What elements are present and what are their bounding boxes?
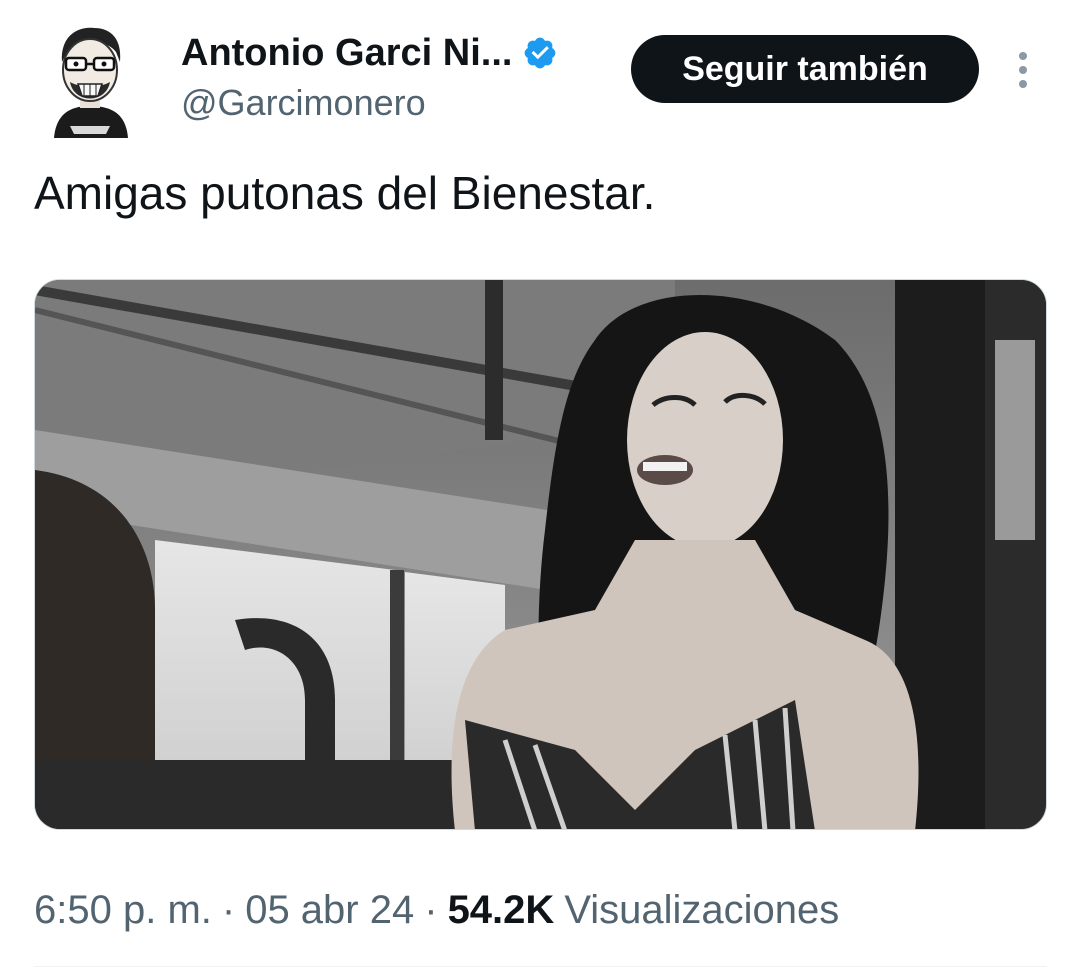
more-dot	[1019, 52, 1027, 60]
tweet-time[interactable]: 6:50 p. m.	[34, 888, 212, 933]
follow-button[interactable]: Seguir también	[631, 35, 979, 103]
bus-photo	[35, 280, 1046, 829]
more-vertical-icon[interactable]	[1008, 48, 1038, 92]
tweet-date[interactable]: 05 abr 24	[245, 888, 414, 933]
verified-badge-icon[interactable]	[522, 35, 558, 71]
more-dot	[1019, 66, 1027, 74]
views-count[interactable]: 54.2K	[448, 888, 555, 933]
views-label[interactable]: Visualizaciones	[564, 888, 839, 933]
meta-separator: ·	[424, 888, 438, 932]
avatar-cartoon-image	[54, 27, 128, 138]
author-handle[interactable]: @Garcimonero	[181, 82, 426, 124]
divider	[34, 966, 1047, 967]
author-display-name[interactable]: Antonio Garci Ni...	[181, 32, 512, 75]
tweet-media-image[interactable]	[34, 279, 1047, 830]
more-dot	[1019, 80, 1027, 88]
meta-separator: ·	[221, 888, 236, 932]
tweet-meta: 6:50 p. m. · 05 abr 24 · 54.2K Visualiza…	[34, 888, 839, 933]
avatar[interactable]	[40, 22, 140, 138]
tweet-text: Amigas putonas del Bienestar.	[34, 167, 656, 219]
author-name-row: Antonio Garci Ni...	[181, 30, 558, 76]
